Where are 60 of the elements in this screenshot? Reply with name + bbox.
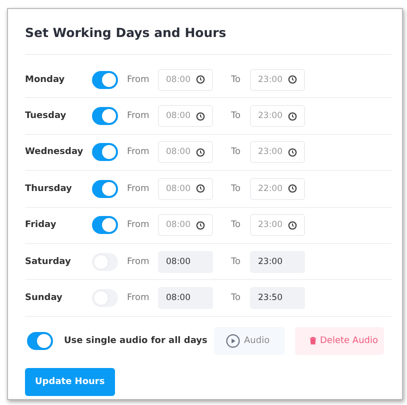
from-label: From xyxy=(127,184,150,194)
clock-icon xyxy=(288,148,297,157)
play-icon xyxy=(226,334,240,348)
day-toggle[interactable] xyxy=(92,143,118,162)
time-field[interactable]: 08:00 xyxy=(158,105,213,128)
to-label: To xyxy=(231,256,242,267)
day-label: Tuesday xyxy=(25,111,68,122)
time-field[interactable]: 23:50 xyxy=(250,287,305,310)
time-field[interactable]: 23:00 xyxy=(250,105,305,128)
time-field[interactable]: 23:00 xyxy=(250,214,305,236)
time-field[interactable]: 22:00 xyxy=(250,178,305,200)
time-field[interactable]: 08:00 xyxy=(158,68,213,91)
day-label: Friday xyxy=(25,220,58,230)
time-field[interactable]: 23:00 xyxy=(250,250,305,273)
day-toggle[interactable] xyxy=(92,107,118,126)
time-field[interactable]: 08:00 xyxy=(158,178,213,200)
clock-icon xyxy=(196,112,205,121)
clock-icon xyxy=(288,184,297,194)
single-audio-toggle[interactable] xyxy=(27,332,53,350)
day-label: Sunday xyxy=(25,293,64,304)
to-label: To xyxy=(231,74,242,85)
single-audio-label: Use single audio for all days xyxy=(64,336,208,346)
to-label: To xyxy=(231,147,242,158)
to-label: To xyxy=(231,293,242,304)
time-field[interactable]: 08:00 xyxy=(158,141,213,164)
from-label: From xyxy=(127,220,150,230)
card-title: Set Working Days and Hours xyxy=(25,25,392,55)
day-label: Thursday xyxy=(25,184,73,194)
clock-icon xyxy=(288,112,297,121)
to-label: To xyxy=(231,111,242,122)
day-toggle[interactable] xyxy=(92,216,118,234)
clock-icon xyxy=(196,220,205,230)
clock-icon xyxy=(288,220,297,230)
time-field[interactable]: 08:00 xyxy=(158,250,213,273)
time-field[interactable]: 08:00 xyxy=(158,287,213,310)
audio-button[interactable]: Audio xyxy=(214,326,285,355)
day-label: Monday xyxy=(25,74,66,85)
time-field[interactable]: 08:00 xyxy=(158,214,213,236)
from-label: From xyxy=(127,256,150,267)
clock-icon xyxy=(288,75,297,84)
day-toggle[interactable] xyxy=(92,70,118,89)
from-label: From xyxy=(127,293,150,304)
time-field[interactable]: 23:00 xyxy=(250,68,305,91)
time-field[interactable]: 23:00 xyxy=(250,141,305,164)
clock-icon xyxy=(196,75,205,84)
to-label: To xyxy=(231,220,242,230)
day-toggle[interactable] xyxy=(92,252,118,271)
day-toggle[interactable] xyxy=(92,289,118,308)
day-label: Wednesday xyxy=(25,147,84,158)
day-toggle[interactable] xyxy=(92,180,118,198)
from-label: From xyxy=(127,111,150,122)
trash-icon xyxy=(309,336,317,346)
from-label: From xyxy=(127,147,150,158)
clock-icon xyxy=(196,184,205,194)
update-hours-button[interactable]: Update Hours xyxy=(25,368,115,396)
delete-audio-button[interactable]: Delete Audio xyxy=(295,326,384,355)
clock-icon xyxy=(196,148,205,157)
from-label: From xyxy=(127,74,150,85)
day-label: Saturday xyxy=(25,256,72,267)
to-label: To xyxy=(231,184,242,194)
